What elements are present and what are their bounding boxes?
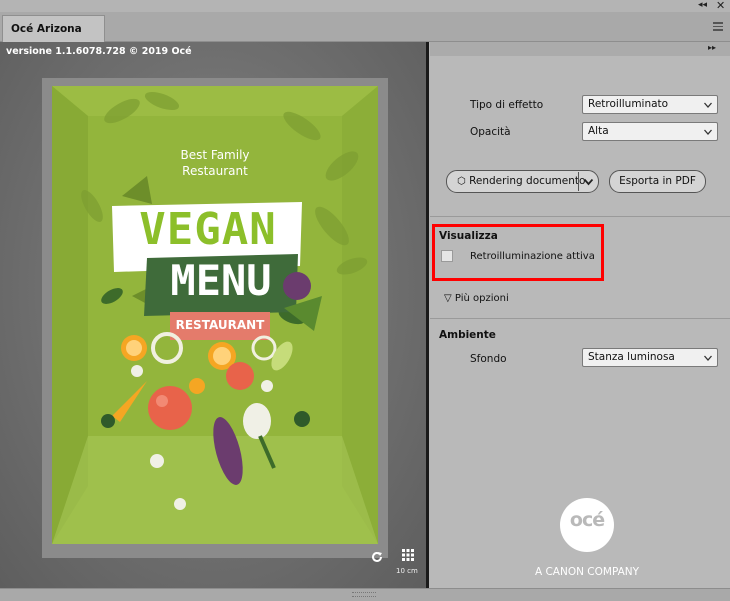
background-select[interactable]: Stanza luminosa — [582, 348, 718, 367]
pane-divider[interactable] — [426, 42, 429, 590]
chevron-down-icon — [704, 129, 712, 135]
hamburger-icon[interactable] — [713, 22, 723, 31]
opacity-value: Alta — [588, 125, 609, 137]
chevron-down-icon — [704, 102, 712, 108]
separator — [430, 216, 730, 217]
grid-icon[interactable] — [402, 549, 414, 561]
render-document-label: Rendering documento — [469, 175, 586, 187]
version-text: versione 1.1.6078.728 © 2019 Océ — [6, 46, 192, 57]
triangle-down-icon: ▽ — [444, 293, 452, 304]
export-pdf-button[interactable]: Esporta in PDF — [609, 170, 706, 193]
effect-type-value: Retroilluminato — [588, 98, 669, 110]
panel-header — [430, 42, 730, 56]
background-value: Stanza luminosa — [588, 351, 675, 363]
render-options-dropdown[interactable] — [578, 172, 598, 191]
opacity-label: Opacità — [470, 126, 511, 138]
opacity-select[interactable]: Alta — [582, 122, 718, 141]
canon-tagline: A CANON COMPANY — [534, 566, 640, 578]
effect-type-select[interactable]: Retroilluminato — [582, 95, 718, 114]
poster-menu: MENU — [170, 256, 272, 305]
more-options-toggle[interactable]: ▽ Più opzioni — [444, 293, 509, 304]
render-document-button[interactable]: ⬡ Rendering documento — [446, 170, 599, 193]
poster-preview: Best Family Restaurant VEGAN MENU RESTAU… — [52, 86, 378, 544]
chevron-down-icon — [584, 178, 593, 186]
scale-label: 10 cm — [396, 567, 418, 575]
highlight-box — [432, 224, 604, 281]
close-icon[interactable]: ✕ — [716, 0, 725, 12]
window-top-strip — [0, 0, 730, 12]
expand-icon[interactable]: ▸▸ — [708, 43, 716, 52]
poster-line2: Restaurant — [182, 164, 248, 178]
ambiente-title: Ambiente — [439, 329, 496, 341]
collapse-icon[interactable]: ◂◂ — [698, 0, 707, 10]
background-label: Sfondo — [470, 353, 507, 365]
chevron-down-icon — [704, 355, 712, 361]
oce-logo-text: océ — [569, 509, 605, 531]
poster-vegan: VEGAN — [139, 204, 277, 255]
poster-restaurant: RESTAURANT — [175, 318, 265, 332]
poster-line1: Best Family — [180, 148, 250, 162]
tab-bar — [0, 12, 730, 42]
rotate-icon[interactable] — [370, 550, 384, 564]
tab-oce-arizona-xpert[interactable]: Océ Arizona Xpert — [2, 15, 105, 61]
separator — [430, 318, 730, 319]
more-options-label: Più opzioni — [454, 293, 509, 304]
resize-grip[interactable] — [352, 592, 376, 597]
cube-icon: ⬡ — [457, 176, 466, 187]
effect-type-label: Tipo di effetto — [470, 99, 544, 111]
